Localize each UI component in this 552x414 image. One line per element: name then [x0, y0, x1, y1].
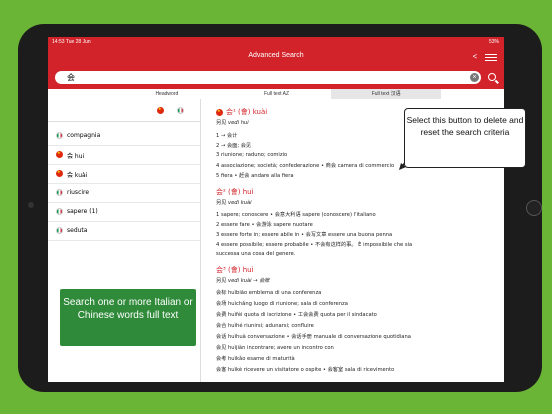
entry-compound: 会客 huìkè ricevere un visitatore o ospite…: [216, 367, 395, 373]
search-bar: ×: [48, 67, 504, 89]
italian-flag-icon: [56, 208, 63, 215]
full-text-callout: Search one or more Italian or Chinese wo…: [58, 287, 198, 348]
chinese-flag-icon: [56, 150, 63, 158]
chinese-flag-icon: [56, 169, 63, 177]
chinese-flag-icon[interactable]: [157, 106, 164, 114]
italian-flag-icon[interactable]: [177, 107, 184, 114]
list-item[interactable]: 会 hui: [48, 145, 200, 165]
list-item-label: 会 kuài: [67, 172, 88, 179]
entry-alt: 另见 vedi kuài → 会账: [216, 278, 270, 284]
search-icon[interactable]: [488, 73, 496, 81]
list-item-label: riuscire: [67, 189, 90, 196]
clear-icon[interactable]: ×: [470, 73, 479, 82]
entry-compound: 会合 huìhé riunirsi; adunarsi; confluire: [216, 323, 314, 329]
entry-sense: 2 → 会面; 会见: [216, 143, 252, 149]
entry-sense: 1 → 会计: [216, 133, 238, 139]
status-time: 14:53: [52, 39, 65, 45]
entry-compound: 会话 huìhuà conversazione • 会话手册 manuale d…: [216, 334, 411, 340]
list-item-label: seduta: [67, 227, 88, 234]
entry-compound: 会场 huìchǎng luogo di riunione; sala di c…: [216, 301, 348, 307]
list-item[interactable]: compagnia: [48, 126, 200, 146]
entry-sense: 4 associazione; società; confederazione …: [216, 163, 395, 169]
entry-headword: 会² (會) huì: [216, 188, 254, 196]
list-item[interactable]: riuscire: [48, 183, 200, 203]
list-item-label: compagnia: [67, 132, 101, 139]
entry-sense: 5 fiera • 赶会 andare alla fiera: [216, 173, 294, 179]
entry-sense: successa una cosa del genere.: [216, 251, 296, 257]
entry-headword: 会³ (會) huì: [216, 266, 254, 274]
page-title: Advanced Search: [248, 52, 304, 59]
tab-full-text-chinese[interactable]: Full text 汉语: [331, 89, 442, 99]
entry-alt: 另见 vedi huì: [216, 120, 249, 126]
list-item-label: sapere (1): [67, 208, 98, 215]
camera-icon: [28, 202, 34, 208]
entry-sense: 4 essere possibile; essere probabile • 不…: [216, 242, 413, 248]
nav-bar: Advanced Search <: [48, 47, 504, 67]
list-item-label: 会 hui: [67, 153, 85, 160]
italian-flag-icon: [56, 227, 63, 234]
share-icon[interactable]: <: [470, 52, 480, 62]
search-box: ×: [55, 71, 481, 84]
entry-compound: 会考 huìkǎo esame di maturità: [216, 356, 295, 362]
entry-sense: 1 sapere; conoscere • 会意大利语 sapere (cono…: [216, 212, 376, 218]
status-bar: 14:53 Tue 28 Jun 53%: [48, 37, 504, 47]
entry-compound: 会见 huìjiàn incontrare; avere un incontro…: [216, 345, 334, 351]
italian-flag-icon: [56, 189, 63, 196]
list-item[interactable]: 会 kuài: [48, 164, 200, 184]
home-button[interactable]: [526, 200, 542, 216]
menu-icon[interactable]: [485, 52, 497, 62]
clear-button-callout: Select this button to delete and reset t…: [404, 108, 526, 168]
entry-sense: 3 essere forte in; essere abile in • 会写文…: [216, 232, 393, 238]
status-date: Tue 28 Jun: [65, 39, 91, 45]
entry-headword: 会¹ (會) kuài: [226, 108, 268, 116]
status-battery: 53%: [488, 39, 499, 45]
entry-sense: 3 riunione; raduno; comizio: [216, 152, 288, 158]
chinese-flag-icon: [216, 108, 223, 116]
language-filter: [48, 99, 200, 122]
entry-sense: 2 essere fare • 会游泳 sapere nuotare: [216, 222, 313, 228]
entry-compound: 会标 huìbiāo emblema di una conferenza: [216, 290, 322, 296]
tab-headword[interactable]: Headword: [112, 89, 222, 99]
entry-compound: 会费 huìfèi quota di iscrizione • 工会会费 quo…: [216, 312, 377, 318]
list-item[interactable]: sapere (1): [48, 202, 200, 222]
italian-flag-icon: [56, 132, 63, 139]
list-item[interactable]: seduta: [48, 221, 200, 241]
entry-alt: 另见 vedi kuài: [216, 200, 252, 206]
tab-full-text-az[interactable]: Full text AZ: [221, 89, 332, 99]
search-input[interactable]: [67, 71, 457, 84]
search-mode-tabs: Headword Full text AZ Full text 汉语: [112, 89, 442, 99]
